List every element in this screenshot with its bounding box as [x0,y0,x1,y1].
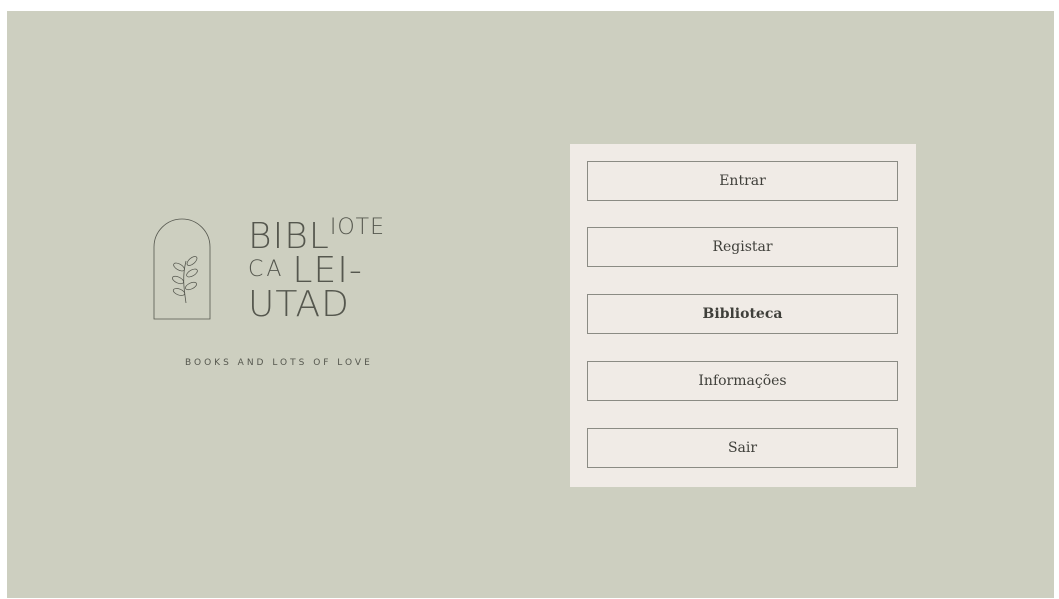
sair-button[interactable]: Sair [587,428,898,468]
informacoes-button[interactable]: Informações [587,361,898,401]
logo-line2-small: CA [248,257,285,282]
entrar-button[interactable]: Entrar [587,161,898,201]
app-background: BIBLIOTE CA LEI- UTAD BOOKS AND LOTS OF L… [7,11,1054,598]
biblioteca-button[interactable]: Biblioteca [587,294,898,334]
logo-line3: UTAD [248,284,350,325]
logo-tagline: BOOKS AND LOTS OF LOVE [185,358,373,368]
logo-wordmark: BIBLIOTE CA LEI- UTAD [248,217,385,323]
olive-branch-arch-icon [153,218,211,320]
logo-line1-sup: IOTE [329,215,385,240]
registar-button[interactable]: Registar [587,227,898,267]
main-menu-panel: Entrar Registar Biblioteca Informações S… [570,144,916,487]
library-logo: BIBLIOTE CA LEI- UTAD [152,211,412,331]
